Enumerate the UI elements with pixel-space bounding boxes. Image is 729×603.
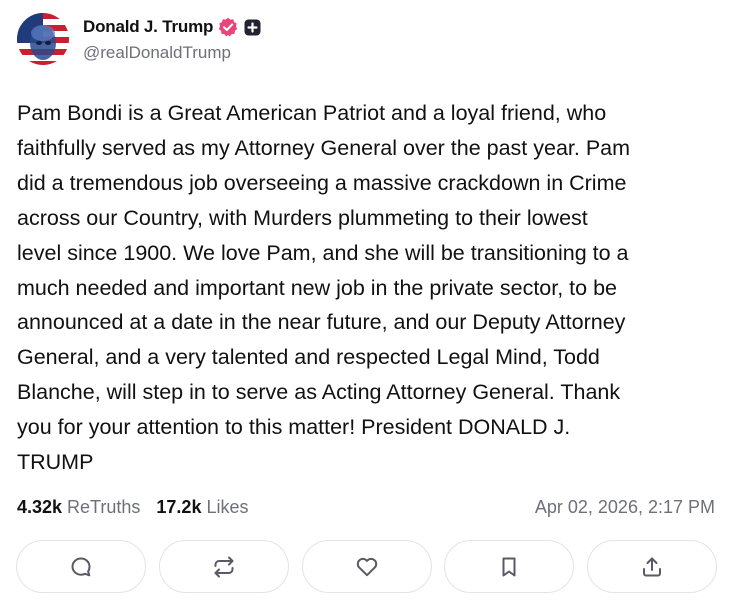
avatar-image [17, 13, 69, 65]
bookmark-button[interactable] [444, 540, 575, 593]
avatar[interactable] [17, 13, 69, 65]
like-button[interactable] [301, 540, 432, 593]
retruths-stat[interactable]: 4.32k ReTruths [17, 497, 140, 518]
retruths-count: 4.32k [17, 496, 63, 517]
action-bar [16, 540, 717, 593]
retruths-label: ReTruths [67, 496, 141, 517]
bookmark-icon [502, 557, 516, 576]
retruth-icon [214, 556, 234, 577]
like-icon [356, 557, 377, 576]
likes-stat[interactable]: 17.2k Likes [156, 497, 248, 518]
share-icon [643, 557, 661, 576]
post-body-text: Pam Bondi is a Great American Patriot an… [17, 101, 631, 475]
verified-badge-icon [218, 17, 238, 37]
plus-badge-icon [244, 19, 261, 36]
reply-icon [71, 557, 91, 576]
share-button[interactable] [587, 540, 717, 593]
post-stats: 4.32k ReTruths 17.2k Likes Apr 02, 2026, 2… [17, 494, 715, 520]
display-name[interactable]: Donald J. Trump [83, 17, 213, 37]
reply-button[interactable] [16, 540, 146, 593]
post-header: Donald J. Trump @realDonaldTrump [17, 12, 261, 66]
likes-count: 17.2k [156, 496, 202, 517]
user-handle[interactable]: @realDonaldTrump [83, 43, 261, 63]
post-timestamp[interactable]: Apr 02, 2026, 2:17 PM [535, 497, 715, 518]
likes-label: Likes [206, 496, 249, 517]
retruth-button[interactable] [158, 540, 289, 593]
